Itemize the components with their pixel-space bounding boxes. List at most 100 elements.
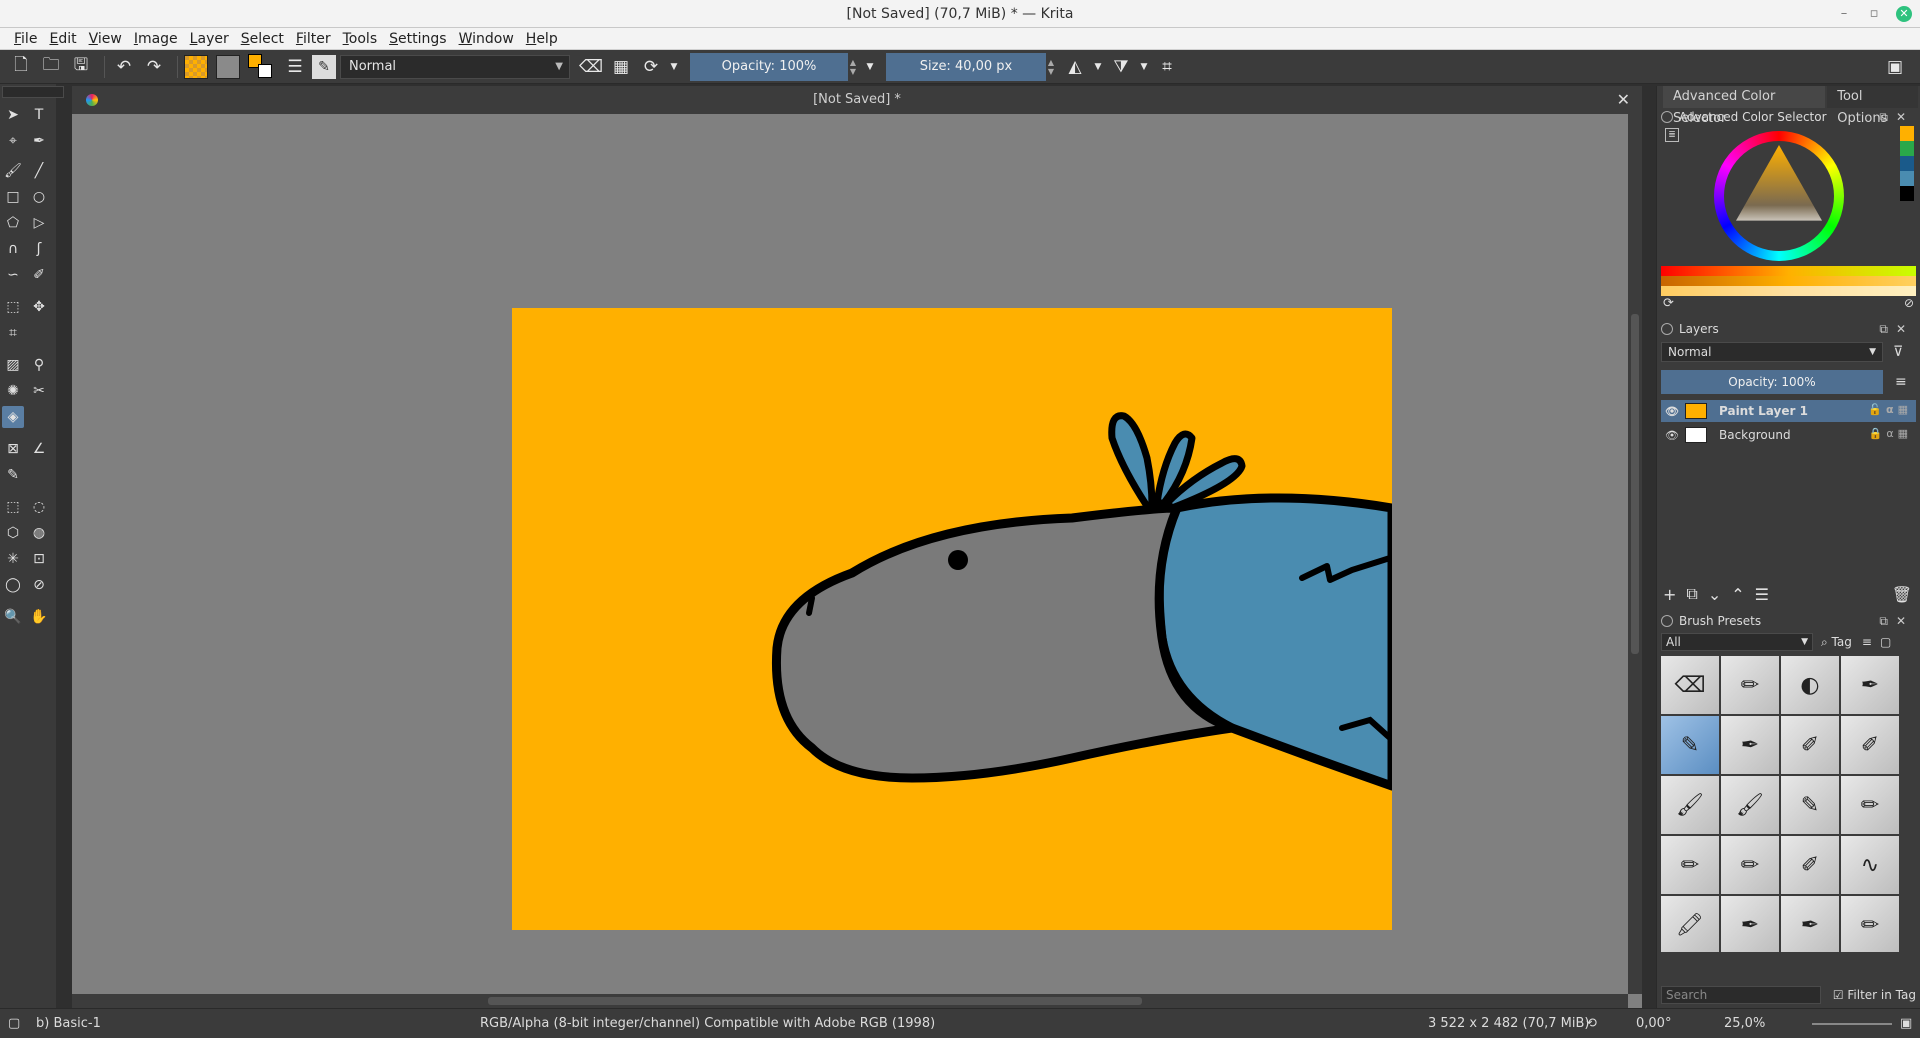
lock-icon[interactable] [1661,323,1673,335]
saturation-slider[interactable] [1661,276,1916,286]
history-swatch[interactable] [1900,141,1914,156]
menu-view[interactable]: View [83,31,128,47]
polyline-tool-icon[interactable]: ▷ [28,212,50,234]
crop-tool-icon[interactable]: ⌗ [2,322,24,344]
magnetic-select-icon[interactable]: ⊘ [28,574,50,596]
brush-preset[interactable]: 🖌 [1721,776,1779,834]
brush-preset[interactable]: ✐ [1841,716,1899,774]
history-swatch[interactable] [1900,126,1914,141]
size-slider[interactable]: Size: 40,00 px [886,52,1046,81]
chevron-down-icon[interactable]: ▼ [1092,54,1104,80]
layer-row[interactable]: 👁 Background 🔒α▦ [1661,424,1916,446]
open-folder-icon[interactable]: 🗀 [38,54,64,80]
brush-preset[interactable]: 🖍 [1661,896,1719,952]
menu-settings[interactable]: Settings [383,31,452,47]
lock-icon[interactable] [1661,111,1673,123]
gradient-swatch[interactable] [184,54,208,79]
menu-filter[interactable]: Filter [290,31,337,47]
freehand-select-icon[interactable]: ◍ [28,522,50,544]
brush-preset[interactable]: ◐ [1781,656,1839,714]
layer-row[interactable]: 👁 Paint Layer 1 🔓α▦ [1661,400,1916,422]
brush-preset[interactable]: ⌫ [1661,656,1719,714]
move-tool-icon[interactable]: ✥ [28,296,50,318]
move-down-icon[interactable]: ⌄ [1708,585,1721,604]
tab-tool-options[interactable]: Tool Options [1827,86,1918,126]
bezier-select-icon[interactable]: ◯ [2,574,24,596]
undo-icon[interactable]: ↶ [111,54,137,80]
gradient-tool-icon[interactable]: ▨ [2,354,24,376]
opacity-slider[interactable]: Opacity: 100% [690,52,848,81]
brush-preset[interactable]: ∿ [1841,836,1899,894]
menu-tools[interactable]: Tools [337,31,384,47]
history-swatch[interactable] [1900,186,1914,201]
layer-properties-icon[interactable]: ☰ [1755,585,1769,604]
brush-preset[interactable]: ✒ [1841,656,1899,714]
brush-preset[interactable]: ✏ [1841,776,1899,834]
trash-icon[interactable]: 🗑 [1892,585,1912,604]
drawing-canvas[interactable] [512,308,1392,930]
blend-mode-select[interactable]: Normal ▼ [340,54,570,79]
settings-list-icon[interactable]: ≣ [1665,128,1679,142]
tab-advanced-color-selector[interactable]: Advanced Color Selector [1663,86,1826,126]
new-document-icon[interactable]: 🗋 [8,54,34,80]
rectangle-tool-icon[interactable]: □ [2,186,24,208]
expand-icon[interactable]: ▢ [1880,635,1891,649]
add-layer-icon[interactable]: + [1663,585,1676,604]
brush-filter-select[interactable]: All ▼ [1661,633,1813,651]
color-picker-icon[interactable]: ⚲ [28,354,50,376]
move-up-icon[interactable]: ⌃ [1731,585,1744,604]
assistant-tool-icon[interactable]: ✂ [28,380,50,402]
menu-help[interactable]: Help [520,31,564,47]
reference-pin-icon[interactable]: ✎ [2,464,24,486]
polygon-tool-icon[interactable]: ⬠ [2,212,24,234]
zoom-slider[interactable] [1812,1023,1892,1025]
text-tool-icon[interactable]: T [28,104,50,126]
menu-image[interactable]: Image [128,31,184,47]
layer-opacity-slider[interactable]: Opacity: 100% [1661,370,1883,394]
brush-preset[interactable]: ✏ [1721,656,1779,714]
brush-tool-icon[interactable]: 🖌 [2,160,24,182]
chevron-down-icon[interactable]: ▼ [668,54,680,80]
value-slider[interactable] [1661,286,1916,296]
size-spinner[interactable]: ▲ ▼ [1046,53,1056,81]
color-history[interactable] [1900,126,1914,221]
scroll-thumb[interactable] [1631,314,1639,654]
brush-preset[interactable]: ✏ [1841,896,1899,952]
assistant-grid-icon[interactable]: ⊠ [2,438,24,460]
brush-search-input[interactable]: Search [1661,986,1821,1004]
filter-icon[interactable]: ⊽ [1893,344,1903,360]
layer-blend-select[interactable]: Normal ▼ [1661,342,1883,362]
view-mode-icon[interactable]: ≡ [1862,635,1872,649]
hue-slider[interactable] [1661,266,1916,276]
brush-preset[interactable]: 🖌 [1661,776,1719,834]
toolbox-search[interactable] [2,86,64,98]
opacity-spinner[interactable]: ▲ ▼ [848,53,858,81]
brush-preset[interactable]: ✎ [1781,776,1839,834]
brush-settings-icon[interactable]: ☰ [282,54,308,80]
minimize-button[interactable]: – [1836,6,1852,22]
dynamic-brush-icon[interactable]: ∽ [2,264,24,286]
ellipse-tool-icon[interactable]: ○ [28,186,50,208]
brush-preset[interactable]: ✏ [1661,836,1719,894]
reset-icon[interactable]: ⊘ [1904,296,1914,310]
menu-file[interactable]: File [8,31,43,47]
rotation-icon[interactable]: ⟲ [1586,1009,1597,1038]
rect-select-icon[interactable]: ⬚ [2,496,24,518]
pattern-swatch[interactable] [216,54,240,79]
vertical-scrollbar[interactable] [1628,114,1642,994]
line-tool-icon[interactable]: ╱ [28,160,50,182]
multibrush-icon[interactable]: ✐ [28,264,50,286]
menu-icon[interactable]: ≡ [1895,374,1907,390]
select-shapes-icon[interactable]: ➤ [2,104,24,126]
brush-preset[interactable]: ✐ [1781,716,1839,774]
eye-icon[interactable]: 👁 [1665,429,1679,442]
filter-in-tag-checkbox[interactable]: ☑ Filter in Tag [1833,986,1916,1004]
mirror-vertical-icon[interactable]: ⧩ [1108,54,1134,80]
brush-preset[interactable]: ✒ [1721,896,1779,952]
layer-flags[interactable]: 🔓α▦ [1868,403,1912,416]
menu-layer[interactable]: Layer [184,31,235,47]
brush-preset[interactable]: ✒ [1721,716,1779,774]
document-tab[interactable]: [Not Saved] * ✕ [72,86,1642,114]
menu-edit[interactable]: Edit [43,31,82,47]
fg-bg-color-icon[interactable] [248,53,274,80]
